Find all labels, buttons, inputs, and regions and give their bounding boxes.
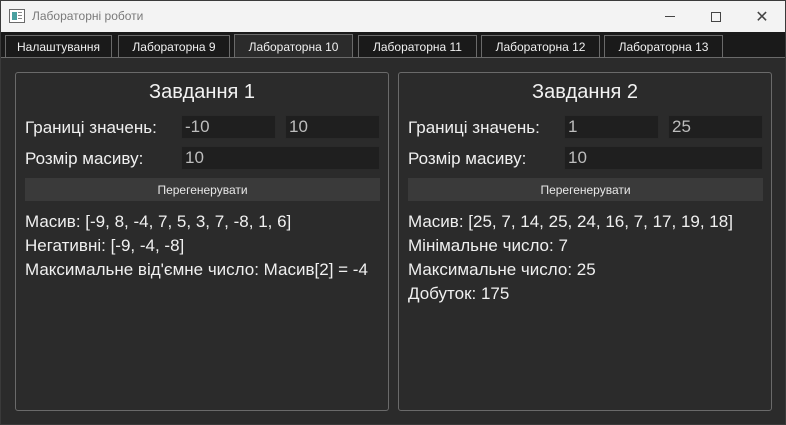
close-button[interactable]: ✕	[739, 1, 785, 32]
tab-lab-9[interactable]: Лабораторна 9	[118, 35, 230, 57]
task2-size-label: Розмір масиву:	[408, 149, 527, 168]
task1-bounds-label: Границі значень:	[25, 118, 157, 137]
tab-lab-12[interactable]: Лабораторна 12	[481, 35, 600, 57]
minimize-button[interactable]	[647, 1, 693, 32]
task1-size-label: Розмір масиву:	[25, 149, 144, 168]
task2-product-output: Добуток: 175	[408, 284, 510, 303]
title-bar[interactable]: Лабораторні роботи ✕	[1, 1, 785, 32]
window-title: Лабораторні роботи	[32, 9, 144, 23]
task1-panel: Завдання 1 Границі значень: -10 10 Розмі…	[15, 72, 389, 411]
task2-bound-max-input[interactable]: 25	[668, 115, 763, 139]
task1-regenerate-button[interactable]: Перегенерувати	[25, 178, 380, 201]
task2-max-output: Максимальне число: 25	[408, 260, 596, 279]
tab-label: Лабораторна 13	[618, 39, 709, 54]
task1-title: Завдання 1	[149, 81, 255, 103]
task1-bound-min-input[interactable]: -10	[181, 115, 276, 139]
tab-label: Налаштування	[17, 39, 100, 54]
tab-lab-10[interactable]: Лабораторна 10	[234, 34, 353, 58]
task1-size-input[interactable]: 10	[181, 146, 380, 170]
maximize-button[interactable]	[693, 1, 739, 32]
task2-panel: Завдання 2 Границі значень: 1 25 Розмір …	[398, 72, 772, 411]
task2-regenerate-button[interactable]: Перегенерувати	[408, 178, 763, 201]
app-window-icon	[9, 9, 25, 23]
task1-array-output: Масив: [-9, 8, -4, 7, 5, 3, 7, -8, 1, 6]	[25, 212, 292, 231]
tab-lab-11[interactable]: Лабораторна 11	[358, 35, 477, 57]
close-icon: ✕	[755, 6, 769, 26]
task1-negatives-output: Негативні: [-9, -4, -8]	[25, 236, 185, 255]
tab-lab-13[interactable]: Лабораторна 13	[604, 35, 723, 57]
task2-bounds-label: Границі значень:	[408, 118, 540, 137]
tab-label: Лабораторна 10	[248, 39, 339, 54]
task2-min-output: Мінімальне число: 7	[408, 236, 568, 255]
task2-array-output: Масив: [25, 7, 14, 25, 24, 16, 7, 17, 19…	[408, 212, 733, 231]
task2-size-input[interactable]: 10	[564, 146, 763, 170]
tab-content-area: Завдання 1 Границі значень: -10 10 Розмі…	[1, 57, 785, 424]
app-window: Лабораторні роботи ✕ Налаштування Лабора…	[0, 0, 786, 425]
tab-bar: Налаштування Лабораторна 9 Лабораторна 1…	[1, 32, 785, 58]
tab-label: Лабораторна 12	[495, 39, 586, 54]
task1-bound-max-input[interactable]: 10	[285, 115, 380, 139]
tab-label: Лабораторна 11	[373, 39, 462, 54]
tab-label: Лабораторна 9	[132, 39, 216, 54]
maximize-icon	[711, 11, 721, 22]
minimize-icon	[665, 16, 675, 17]
tab-settings[interactable]: Налаштування	[5, 35, 112, 57]
task2-bound-min-input[interactable]: 1	[564, 115, 659, 139]
task1-max-negative-output: Максимальне від'ємне число: Масив[2] = -…	[25, 260, 368, 279]
task2-title: Завдання 2	[532, 81, 638, 103]
